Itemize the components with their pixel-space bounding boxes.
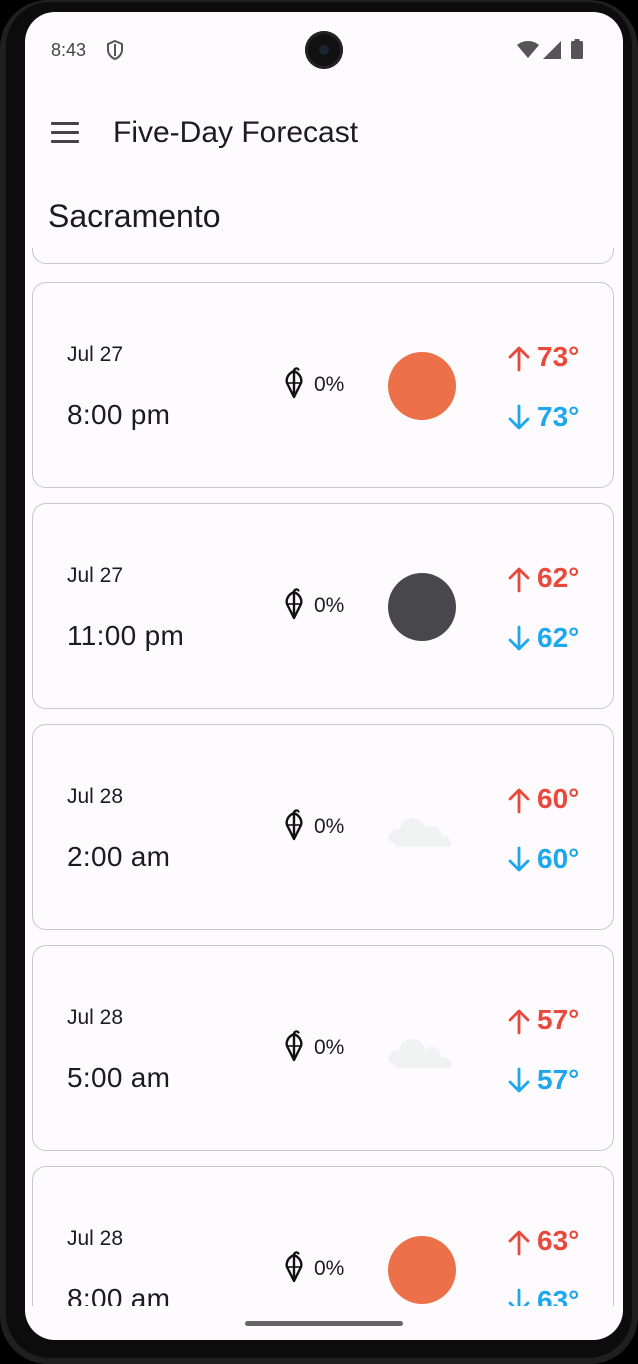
low-temp-value: 62° bbox=[537, 622, 580, 653]
forecast-card[interactable]: Jul 27 11:00 pm 0% 62° 62° bbox=[32, 503, 614, 709]
precipitation-chance: 0% bbox=[314, 594, 345, 617]
precipitation-chance: 0% bbox=[314, 373, 345, 396]
forecast-card[interactable]: Jul 28 5:00 am 0% 57° 57° bbox=[32, 945, 614, 1151]
arrow-up-icon bbox=[508, 788, 530, 814]
low-temp-value: 63° bbox=[537, 1285, 580, 1306]
forecast-time: 8:00 am bbox=[67, 1283, 171, 1306]
arrow-down-icon bbox=[508, 625, 530, 651]
sun-icon bbox=[388, 352, 456, 420]
forecast-date: Jul 28 bbox=[67, 785, 124, 808]
device-frame: 8:43 Five-Day Forecast Sacramento Jul 27… bbox=[0, 0, 638, 1364]
arrow-down-icon bbox=[508, 1067, 530, 1093]
forecast-time: 5:00 am bbox=[67, 1062, 171, 1093]
arrow-down-icon bbox=[508, 846, 530, 872]
shield-icon bbox=[107, 39, 123, 61]
high-temp-value: 62° bbox=[537, 562, 580, 593]
low-temp-value: 60° bbox=[537, 843, 580, 874]
high-temp-value: 63° bbox=[537, 1225, 580, 1256]
high-temp-value: 60° bbox=[537, 783, 580, 814]
app-title: Five-Day Forecast bbox=[113, 116, 359, 149]
precipitation-chance: 0% bbox=[314, 1257, 345, 1280]
menu-icon[interactable] bbox=[51, 122, 79, 144]
forecast-time: 11:00 pm bbox=[67, 620, 185, 651]
arrow-down-icon bbox=[508, 1288, 530, 1306]
signal-icon bbox=[543, 41, 561, 59]
battery-icon bbox=[571, 39, 583, 59]
umbrella-icon bbox=[285, 809, 303, 841]
forecast-card[interactable]: Jul 27 8:00 pm 0% 73° 73° bbox=[32, 282, 614, 488]
forecast-date: Jul 27 bbox=[67, 343, 124, 366]
sun-icon bbox=[388, 1236, 456, 1304]
forecast-card[interactable]: Jul 28 8:00 am 0% 63° 63° bbox=[32, 1166, 614, 1306]
high-temp-value: 57° bbox=[537, 1004, 580, 1035]
device-bezel: 8:43 Five-Day Forecast Sacramento Jul 27… bbox=[6, 2, 632, 1358]
forecast-card[interactable]: Jul 28 2:00 am 0% 60° 60° bbox=[32, 724, 614, 930]
umbrella-icon bbox=[285, 588, 303, 620]
moon-icon bbox=[388, 573, 456, 641]
arrow-down-icon bbox=[508, 404, 530, 430]
wifi-icon bbox=[517, 41, 539, 58]
precipitation-chance: 0% bbox=[314, 1036, 345, 1059]
status-bar: 8:43 bbox=[25, 12, 623, 88]
forecast-date: Jul 28 bbox=[67, 1227, 124, 1250]
front-camera bbox=[305, 31, 343, 69]
umbrella-icon bbox=[285, 1251, 303, 1283]
status-time: 8:43 bbox=[51, 40, 87, 60]
precipitation-chance: 0% bbox=[314, 815, 345, 838]
cloud-icon bbox=[388, 817, 452, 848]
umbrella-icon bbox=[285, 1030, 303, 1062]
home-indicator[interactable] bbox=[245, 1321, 403, 1326]
forecast-time: 8:00 pm bbox=[67, 399, 171, 430]
forecast-list[interactable]: Jul 27 8:00 pm 0% 73° 73° Jul 27 11:00 pm 0% 62°… bbox=[25, 248, 623, 1306]
forecast-date: Jul 28 bbox=[67, 1006, 124, 1029]
cloud-icon bbox=[388, 1038, 452, 1069]
low-temp-value: 73° bbox=[537, 401, 580, 432]
partial-card[interactable] bbox=[32, 248, 614, 264]
app-bar: Five-Day Forecast bbox=[25, 92, 623, 180]
arrow-up-icon bbox=[508, 346, 530, 372]
screen: 8:43 Five-Day Forecast Sacramento Jul 27… bbox=[25, 12, 623, 1340]
umbrella-icon bbox=[285, 367, 303, 399]
forecast-time: 2:00 am bbox=[67, 841, 171, 872]
high-temp-value: 73° bbox=[537, 341, 580, 372]
arrow-up-icon bbox=[508, 1009, 530, 1035]
arrow-up-icon bbox=[508, 567, 530, 593]
low-temp-value: 57° bbox=[537, 1064, 580, 1095]
location-title: Sacramento bbox=[48, 198, 221, 234]
forecast-date: Jul 27 bbox=[67, 564, 124, 587]
arrow-up-icon bbox=[508, 1230, 530, 1256]
